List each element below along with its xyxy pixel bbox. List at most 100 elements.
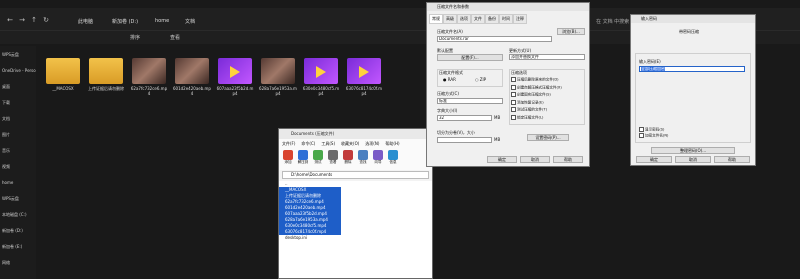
winrar-menu-item[interactable]: 命令(C) bbox=[301, 139, 315, 148]
cancel-button[interactable]: 取消 bbox=[520, 156, 550, 163]
winrar-menu-item[interactable]: 收藏夹(O) bbox=[341, 139, 359, 148]
password-field-label: 输入密码(E) bbox=[639, 59, 661, 64]
method-select[interactable]: 标准 bbox=[437, 98, 503, 104]
tool-label: 添加 bbox=[284, 160, 292, 164]
file-tile[interactable]: 628a7a6e1953a.mp4 bbox=[259, 58, 297, 96]
sidebar-item[interactable]: 网络 bbox=[2, 260, 10, 266]
password-field[interactable]: 全部压缩加密 bbox=[639, 66, 745, 72]
tool-label: 向导 bbox=[374, 160, 382, 164]
winrar-tool-button[interactable]: 测试 bbox=[312, 150, 324, 168]
sidebar-item[interactable]: home bbox=[2, 180, 13, 185]
up-icon[interactable]: ↑ bbox=[30, 16, 38, 24]
sidebar-item[interactable]: OneDrive - Perso bbox=[2, 68, 36, 73]
options-label: 压缩选项 bbox=[511, 70, 527, 75]
video-thumbnail bbox=[175, 58, 209, 84]
winrar-tool-button[interactable]: 信息 bbox=[387, 150, 399, 168]
winrar-file-row[interactable]: desktop.ini bbox=[279, 235, 341, 241]
show-password-checkbox[interactable]: 显示密码(S) bbox=[639, 127, 664, 133]
sidebar-item[interactable]: 桌面 bbox=[2, 84, 10, 90]
forward-icon[interactable]: → bbox=[18, 16, 26, 24]
option-checkbox[interactable]: 锁定压缩文件(L) bbox=[511, 115, 543, 121]
back-icon[interactable]: ← bbox=[6, 16, 14, 24]
option-checkbox[interactable]: 测试压缩的文件(T) bbox=[511, 107, 547, 113]
sidebar-item[interactable]: 新加卷 (D:) bbox=[2, 228, 23, 234]
winrar-menu-item[interactable]: 选项(N) bbox=[365, 139, 379, 148]
update-mode-select[interactable]: 添加并替换文件 bbox=[509, 54, 585, 60]
sidebar-item[interactable]: 文档 bbox=[2, 116, 10, 122]
archive-name-field[interactable]: Documents.rar bbox=[437, 36, 552, 42]
password-help-button[interactable]: 帮助 bbox=[714, 156, 750, 163]
file-tile[interactable]: 607aaa23f5b2d.mp4 bbox=[216, 58, 254, 96]
option-checkbox[interactable]: 压缩后删除原来的文件(D) bbox=[511, 77, 559, 83]
dict-unit: MB bbox=[494, 115, 501, 120]
winrar-tool-button[interactable]: 添加 bbox=[282, 150, 294, 168]
password-value: 全部压缩加密 bbox=[641, 66, 665, 71]
split-field[interactable] bbox=[437, 137, 492, 143]
sidebar-item[interactable]: 音乐 bbox=[2, 148, 10, 154]
option-checkbox[interactable]: 创建固实压缩文件(S) bbox=[511, 92, 551, 98]
sort-button[interactable]: 排序 bbox=[130, 34, 140, 41]
manage-passwords-button[interactable]: 整理密码(O)... bbox=[651, 147, 735, 154]
view-button[interactable]: 查看 bbox=[170, 34, 180, 41]
winrar-menu-item[interactable]: 文件(F) bbox=[282, 139, 295, 148]
tool-icon bbox=[373, 150, 383, 160]
file-tile[interactable]: 上传证据后请勿删除 bbox=[87, 58, 125, 91]
tool-icon bbox=[313, 150, 323, 160]
breadcrumb-drive[interactable]: 新加卷 (D:) bbox=[112, 18, 138, 25]
dialog-tab[interactable]: 选项 bbox=[457, 14, 471, 24]
ok-button[interactable]: 确定 bbox=[487, 156, 517, 163]
search-input[interactable]: 在 文档 中搜索 bbox=[596, 18, 629, 25]
sidebar-item[interactable]: 视频 bbox=[2, 164, 10, 170]
refresh-icon[interactable]: ↻ bbox=[42, 16, 50, 24]
method-label: 压缩方式(C) bbox=[437, 91, 459, 96]
option-checkbox[interactable]: 创建自解压格式压缩文件(X) bbox=[511, 85, 562, 91]
sidebar-item[interactable]: 下载 bbox=[2, 100, 10, 106]
winrar-tool-button[interactable]: 删除 bbox=[342, 150, 354, 168]
winrar-menu: 文件(F) 命令(C) 工具(S) 收藏夹(O) 选项(N) 帮助(H) bbox=[279, 139, 432, 148]
dict-select[interactable]: 32 bbox=[437, 115, 492, 121]
profiles-button[interactable]: 配置(F)... bbox=[437, 54, 503, 61]
sidebar-item[interactable]: 新加卷 (E:) bbox=[2, 244, 22, 250]
file-tile[interactable]: 630e0c3480cf5.mp4 bbox=[302, 58, 340, 96]
set-password-button[interactable]: 设置密码(P)... bbox=[527, 134, 569, 141]
help-button[interactable]: 帮助 bbox=[553, 156, 583, 163]
password-cancel-button[interactable]: 取消 bbox=[675, 156, 711, 163]
file-name: 630e0c3480cf5.mp4 bbox=[302, 86, 340, 96]
format-rar-radio[interactable]: ● RAR bbox=[443, 77, 456, 82]
dialog-tab[interactable]: 时间 bbox=[499, 14, 513, 24]
winrar-tool-button[interactable]: 查看 bbox=[327, 150, 339, 168]
split-unit: MB bbox=[494, 137, 501, 142]
winrar-menu-item[interactable]: 工具(S) bbox=[321, 139, 335, 148]
dialog-tab[interactable]: 注释 bbox=[513, 14, 527, 24]
breadcrumb-documents[interactable]: 文档 bbox=[185, 18, 195, 25]
sidebar-item[interactable]: WPS云盘 bbox=[2, 196, 19, 202]
archive-params-dialog: 压缩文件名和参数 常规 高级 选项 文件 备份 时间 注释 压缩文件名(A) Documen… bbox=[426, 2, 590, 167]
password-ok-button[interactable]: 确定 bbox=[636, 156, 672, 163]
winrar-tool-button[interactable]: 查找 bbox=[357, 150, 369, 168]
breadcrumb-home[interactable]: home bbox=[155, 18, 169, 24]
winrar-path[interactable]: D:\home\Documents bbox=[282, 171, 429, 179]
file-tile[interactable]: 601d2e420aeb.mp4 bbox=[173, 58, 211, 96]
file-tile[interactable]: __MACOSX bbox=[44, 58, 82, 91]
winrar-tool-button[interactable]: 向导 bbox=[372, 150, 384, 168]
winrar-tool-button[interactable]: 解压到 bbox=[297, 150, 309, 168]
winrar-menu-item[interactable]: 帮助(H) bbox=[385, 139, 399, 148]
dialog-tab[interactable]: 常规 bbox=[429, 14, 443, 24]
file-name: 62a7fc732ce6.mp4 bbox=[130, 86, 168, 96]
format-zip-radio[interactable]: ○ ZIP bbox=[475, 77, 486, 82]
browse-button[interactable]: 浏览(B)... bbox=[557, 28, 585, 35]
dict-label: 字典大小(I) bbox=[437, 108, 458, 113]
video-thumbnail bbox=[218, 58, 252, 84]
dialog-tab[interactable]: 高级 bbox=[443, 14, 457, 24]
sidebar-item[interactable]: 图片 bbox=[2, 132, 10, 138]
dialog-tab[interactable]: 文件 bbox=[471, 14, 485, 24]
sidebar-item[interactable]: 本地磁盘 (C:) bbox=[2, 212, 27, 218]
option-checkbox[interactable]: 添加恢复记录(E) bbox=[511, 100, 544, 106]
breadcrumb-this-pc[interactable]: 此电脑 bbox=[78, 18, 93, 25]
file-tile[interactable]: 62a7fc732ce6.mp4 bbox=[130, 58, 168, 96]
file-tile[interactable]: 63076c8174c0f.mp4 bbox=[345, 58, 383, 96]
folder-icon bbox=[46, 58, 80, 84]
dialog-tab[interactable]: 备份 bbox=[485, 14, 499, 24]
sidebar-item[interactable]: WPS云盘 bbox=[2, 52, 19, 58]
folder-icon bbox=[89, 58, 123, 84]
